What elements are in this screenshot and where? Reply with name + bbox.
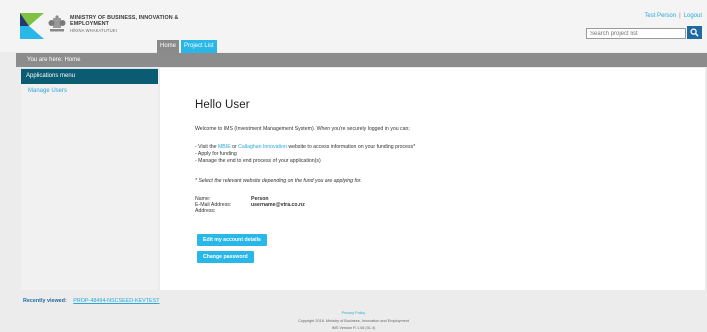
page-title: Hello User <box>195 99 250 111</box>
sidebar: Applications menu Manage Users <box>21 68 158 290</box>
main-content: Hello User Welcome to IMS (Investment Ma… <box>160 68 705 290</box>
ministry-name: MINISTRY OF BUSINESS, INNOVATION & EMPLO… <box>70 15 179 34</box>
user-links-separator: | <box>679 13 681 19</box>
list-item-apply: - Apply for funding <box>195 151 237 157</box>
search-button[interactable] <box>687 26 702 39</box>
tab-project-list[interactable]: Project List <box>181 40 217 53</box>
recently-viewed: Recently viewed: PROP-48494-NSCSEED-KEVT… <box>23 298 160 304</box>
mbie-link[interactable]: MBIE <box>218 144 231 150</box>
sidebar-header-applications-menu[interactable]: Applications menu <box>21 68 158 84</box>
breadcrumb-text: You are here: Home <box>27 57 81 63</box>
edit-account-details-button[interactable]: Edit my account details <box>197 234 267 246</box>
logout-link[interactable]: Logout <box>684 13 702 19</box>
callaghan-innovation-link[interactable]: Callaghan Innovation <box>238 144 287 150</box>
sidebar-item-manage-users[interactable]: Manage Users <box>21 87 158 95</box>
recently-viewed-link[interactable]: PROP-48494-NSCSEED-KEVTEST <box>73 298 159 304</box>
email-value: username@vtra.co.nz <box>251 202 305 208</box>
user-name-link[interactable]: Test Person <box>644 13 676 19</box>
list-item-visit: - Visit the MBIE or Callaghan Innovation… <box>195 144 416 150</box>
change-password-button[interactable]: Change password <box>197 251 254 263</box>
website-note: * Select the relevant website depending … <box>195 178 362 184</box>
user-links: Test Person | Logout <box>644 13 702 19</box>
address-label: Address: <box>195 208 216 214</box>
copyright-text: Copyright 2016. Ministry of Business, In… <box>298 319 409 323</box>
header: MINISTRY OF BUSINESS, INNOVATION & EMPLO… <box>0 0 707 53</box>
welcome-text: Welcome to IMS (Investment Management Sy… <box>195 126 410 132</box>
recently-viewed-label: Recently viewed: <box>23 298 67 304</box>
privacy-policy-link[interactable]: Privacy Policy <box>0 311 707 315</box>
mbie-logo-icon <box>20 13 44 39</box>
nav-tabs: Home Project List <box>157 40 219 53</box>
version-text: IMS Version R 1.08 (31.4) <box>331 326 376 330</box>
ministry-subtitle: HĪKINA WHAKATUTUKI <box>70 28 117 34</box>
search-icon <box>690 28 699 37</box>
list-item-manage: - Manage the end to end process of your … <box>195 158 321 164</box>
breadcrumb: You are here: Home <box>16 53 707 67</box>
account-details: Name: Person E-Mail Address: username@vt… <box>195 196 305 214</box>
coat-of-arms-icon <box>48 15 66 32</box>
search-input[interactable] <box>586 28 686 39</box>
tab-home[interactable]: Home <box>157 40 180 53</box>
